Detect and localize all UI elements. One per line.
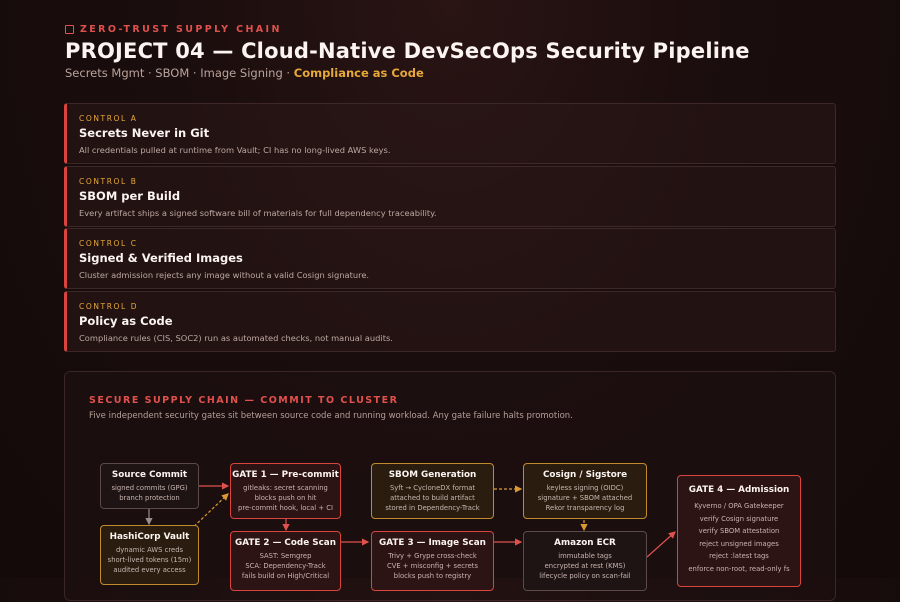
control-tag: CONTROL C bbox=[79, 239, 138, 248]
node-line: fails build on High/Critical bbox=[241, 572, 330, 580]
control-card-a: CONTROL A Secrets Never in Git All crede… bbox=[64, 103, 836, 164]
arrow-ecr-gate4 bbox=[646, 531, 676, 558]
page-subtitle: Secrets Mgmt · SBOM · Image Signing · Co… bbox=[65, 66, 750, 80]
node-line: SAST: Semgrep bbox=[259, 552, 312, 560]
node-line: reject :latest tags bbox=[709, 552, 769, 560]
node-line: immutable tags bbox=[558, 552, 612, 560]
node-title: GATE 3 — Image Scan bbox=[379, 538, 486, 548]
node-gate2-code-scan: GATE 2 — Code Scan SAST: Semgrep SCA: De… bbox=[230, 531, 341, 591]
control-name: SBOM per Build bbox=[79, 188, 181, 203]
node-line: Syft → CycloneDX format bbox=[389, 484, 476, 492]
node-title: GATE 2 — Code Scan bbox=[234, 538, 337, 548]
node-line: pre-commit hook, local + CI bbox=[238, 504, 333, 512]
subtitle-plain: Secrets Mgmt · SBOM · Image Signing · bbox=[65, 66, 294, 80]
control-tag: CONTROL A bbox=[79, 114, 138, 123]
node-line: gitleaks: secret scanning bbox=[243, 484, 328, 492]
node-line: branch protection bbox=[119, 494, 180, 502]
node-line: blocks push to registry bbox=[393, 572, 472, 580]
node-line: short-lived tokens (15m) bbox=[107, 556, 192, 564]
eyebrow-text: ZERO-TRUST SUPPLY CHAIN bbox=[80, 24, 282, 35]
node-line: encrypted at rest (KMS) bbox=[544, 562, 626, 570]
control-card-c: CONTROL C Signed & Verified Images Clust… bbox=[64, 228, 836, 289]
subtitle-highlight: Compliance as Code bbox=[293, 66, 424, 80]
node-title: GATE 1 — Pre-commit bbox=[232, 470, 339, 480]
node-line: stored in Dependency-Track bbox=[385, 504, 480, 512]
control-card-d: CONTROL D Policy as Code Compliance rule… bbox=[64, 290, 836, 352]
node-sbom-generation: SBOM Generation Syft → CycloneDX format … bbox=[371, 463, 494, 519]
node-line: Trivy + Grype cross-check bbox=[388, 552, 477, 560]
node-line: dynamic AWS creds bbox=[115, 546, 184, 554]
node-gate4-admission: GATE 4 — Admission Kyverno / OPA Gatekee… bbox=[677, 475, 801, 587]
control-tag: CONTROL B bbox=[79, 176, 138, 186]
node-title: Source Commit bbox=[111, 470, 188, 480]
node-title: Cosign / Sigstore bbox=[542, 470, 628, 480]
control-desc: All credentials pulled at runtime from V… bbox=[79, 145, 391, 155]
control-desc: Every artifact ships a signed software b… bbox=[79, 207, 437, 218]
control-card-b: CONTROL B SBOM per Build Every artifact … bbox=[64, 165, 836, 227]
node-line: keyless signing (OIDC) bbox=[546, 484, 624, 492]
node-gate3-image-scan: GATE 3 — Image Scan Trivy + Grype cross-… bbox=[371, 531, 494, 591]
node-title: Amazon ECR bbox=[554, 538, 616, 548]
node-title: GATE 4 — Admission bbox=[688, 485, 790, 495]
control-desc: Cluster admission rejects any image with… bbox=[79, 270, 370, 280]
node-line: signature + SBOM attached bbox=[537, 494, 633, 502]
control-name: Signed & Verified Images bbox=[79, 251, 243, 265]
control-desc: Compliance rules (CIS, SOC2) run as auto… bbox=[79, 332, 393, 343]
lock-icon bbox=[65, 25, 74, 34]
node-line: attached to build artifact bbox=[390, 494, 475, 502]
node-line: CVE + misconfig + secrets bbox=[386, 562, 479, 570]
page-header: ZERO-TRUST SUPPLY CHAIN PROJECT 04 — Clo… bbox=[65, 24, 750, 80]
node-line: reject unsigned images bbox=[699, 539, 779, 548]
node-line: Kyverno / OPA Gatekeeper bbox=[694, 502, 784, 510]
node-amazon-ecr: Amazon ECR immutable tags encrypted at r… bbox=[523, 531, 647, 591]
page-title: PROJECT 04 — Cloud-Native DevSecOps Secu… bbox=[65, 39, 750, 63]
node-hashicorp-vault: HashiCorp Vault dynamic AWS creds short-… bbox=[100, 525, 199, 585]
control-name: Policy as Code bbox=[79, 313, 173, 328]
node-line: blocks push on hit bbox=[254, 494, 317, 502]
node-line: Rekor transparency log bbox=[545, 504, 625, 512]
node-title: SBOM Generation bbox=[388, 470, 477, 480]
node-title: HashiCorp Vault bbox=[109, 532, 190, 542]
node-line: verify SBOM attestation bbox=[698, 527, 780, 535]
node-cosign-sigstore: Cosign / Sigstore keyless signing (OIDC)… bbox=[523, 463, 647, 519]
node-source-commit: Source Commit signed commits (GPG) branc… bbox=[100, 463, 199, 509]
node-line: SCA: Dependency-Track bbox=[245, 562, 326, 570]
pipeline-panel: SECURE SUPPLY CHAIN — COMMIT TO CLUSTER … bbox=[64, 371, 836, 601]
node-line: enforce non-root, read-only fs bbox=[688, 564, 790, 573]
node-line: verify Cosign signature bbox=[699, 514, 779, 523]
node-line: signed commits (GPG) bbox=[111, 484, 188, 492]
node-line: lifecycle policy on scan-fail bbox=[539, 572, 631, 580]
node-line: audited every access bbox=[113, 566, 186, 574]
node-gate1-precommit: GATE 1 — Pre-commit gitleaks: secret sca… bbox=[230, 463, 341, 519]
control-tag: CONTROL D bbox=[79, 301, 139, 311]
control-name: Secrets Never in Git bbox=[79, 126, 210, 140]
controls-list: CONTROL A Secrets Never in Git All crede… bbox=[64, 103, 836, 353]
eyebrow: ZERO-TRUST SUPPLY CHAIN bbox=[65, 24, 750, 35]
